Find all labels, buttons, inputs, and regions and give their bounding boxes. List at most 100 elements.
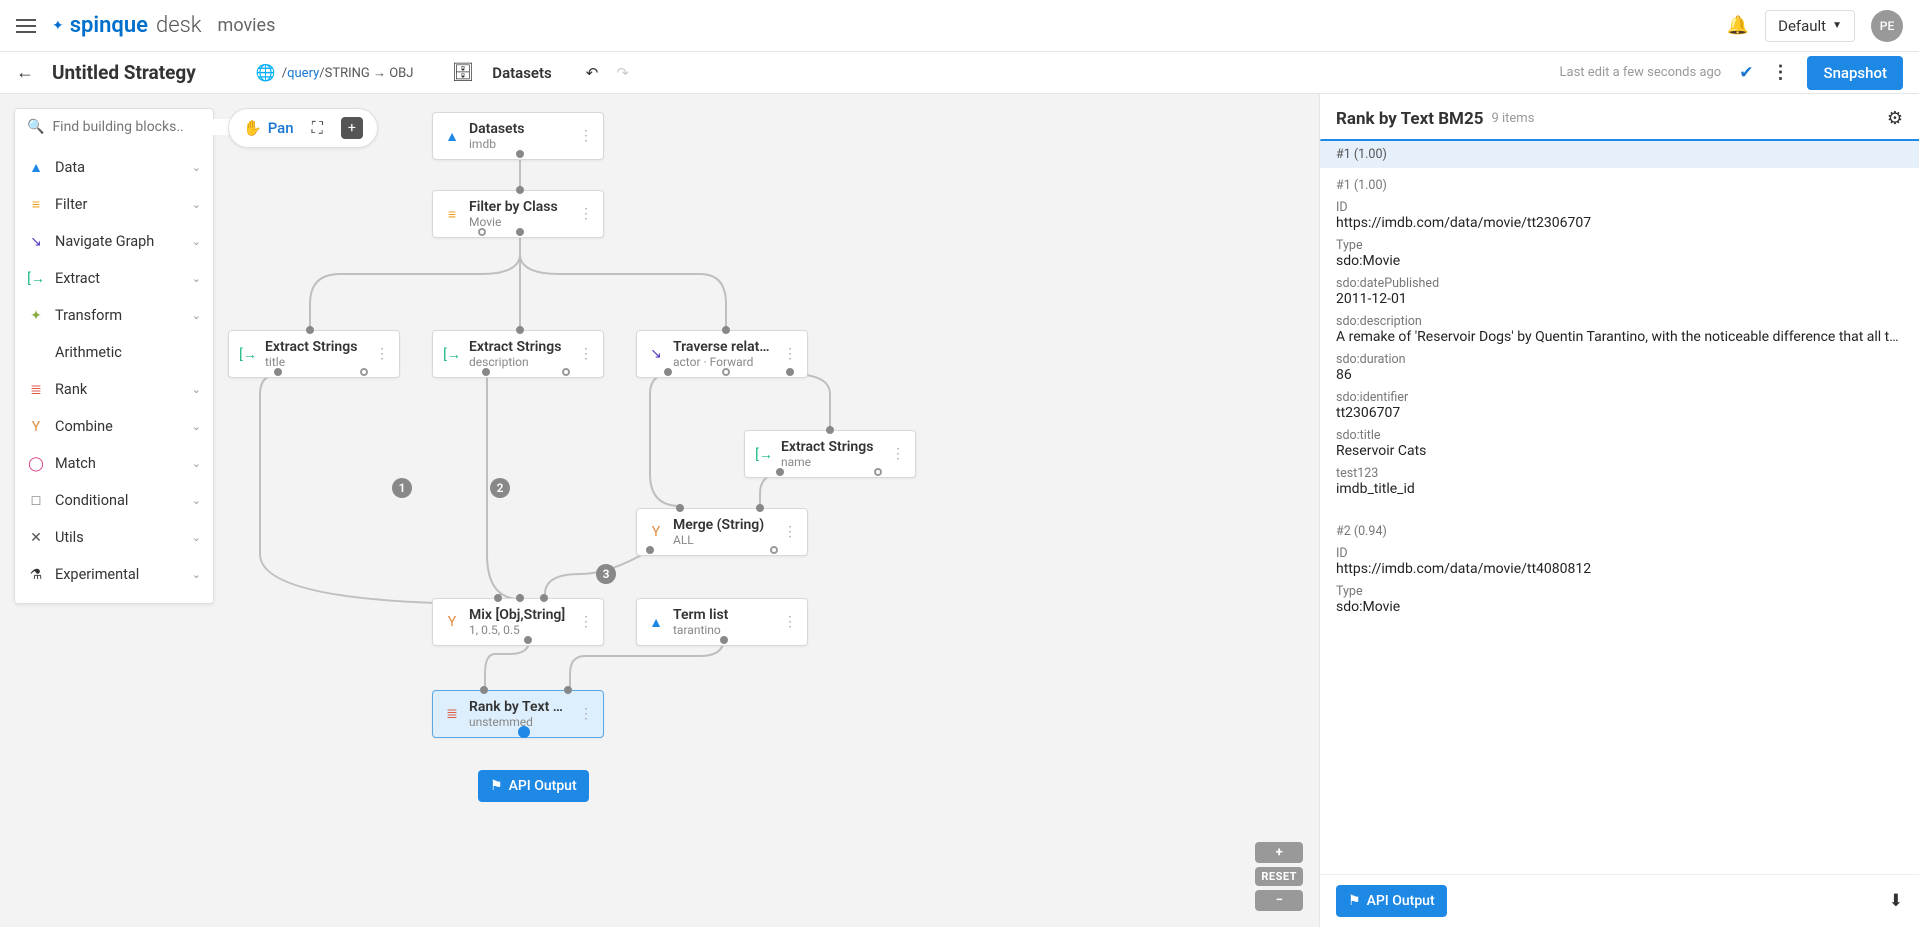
wire-badge: 2: [490, 478, 510, 498]
category-icon: [→: [27, 270, 45, 287]
palette-item-label: Arithmetic: [55, 344, 122, 361]
fit-screen-icon[interactable]: ⛶: [312, 118, 323, 138]
palette-item-label: Navigate Graph: [55, 233, 154, 250]
node-menu-icon[interactable]: ⋮: [575, 614, 597, 630]
node-mix[interactable]: Y Mix [Obj,String]1, 0.5, 0.5 ⋮: [432, 598, 604, 646]
topbar: ✦ spinque desk movies 🔔 Default ▼ PE: [0, 0, 1919, 52]
extract-icon: [→: [443, 346, 461, 363]
filter-icon: ≡: [443, 206, 461, 223]
add-block-button[interactable]: +: [341, 117, 363, 139]
palette-item-label: Conditional: [55, 492, 128, 509]
result-field-value: tt2306707: [1336, 405, 1903, 421]
undo-icon[interactable]: ↶: [586, 64, 599, 82]
result-item[interactable]: #1 (1.00)IDhttps://imdb.com/data/movie/t…: [1336, 168, 1903, 514]
result-field-value: 86: [1336, 367, 1903, 383]
zoom-reset-button[interactable]: RESET: [1255, 867, 1303, 886]
node-extract-desc[interactable]: [→ Extract Stringsdescription ⋮: [432, 330, 604, 378]
canvas[interactable]: 🔍 ⌃ ▲Data⌄≡Filter⌄↘Navigate Graph⌄[→Extr…: [0, 94, 1319, 927]
chevron-down-icon: ⌄: [192, 309, 201, 322]
result-rank: #2 (0.94): [1336, 524, 1903, 539]
node-menu-icon[interactable]: ⋮: [575, 206, 597, 222]
notifications-icon[interactable]: 🔔: [1727, 15, 1749, 36]
saved-check-icon: ✔: [1739, 63, 1753, 83]
palette-item-experimental[interactable]: ⚗Experimental⌄: [15, 556, 213, 593]
result-field-value: A remake of 'Reservoir Dogs' by Quentin …: [1336, 329, 1903, 345]
back-icon[interactable]: ←: [16, 62, 34, 83]
node-menu-icon[interactable]: ⋮: [575, 128, 597, 144]
gear-icon[interactable]: ⚙: [1887, 108, 1903, 129]
palette-search-input[interactable]: [52, 119, 230, 135]
avatar[interactable]: PE: [1871, 10, 1903, 42]
category-icon: ≣: [27, 382, 45, 398]
palette-item-label: Utils: [55, 529, 84, 546]
category-icon: ✦: [27, 308, 45, 324]
result-item[interactable]: #2 (0.94)IDhttps://imdb.com/data/movie/t…: [1336, 514, 1903, 632]
navigate-icon: ↘: [647, 346, 665, 362]
palette-item-label: Transform: [55, 307, 122, 324]
node-extract-title[interactable]: [→ Extract Stringstitle ⋮: [228, 330, 400, 378]
palette-item-conditional[interactable]: □Conditional⌄: [15, 482, 213, 519]
palette-item-transform[interactable]: ✦ Transform ⌄: [15, 297, 213, 334]
strategy-title[interactable]: Untitled Strategy: [52, 61, 196, 84]
palette-item-arithmetic[interactable]: Arithmetic: [15, 334, 213, 371]
database-icon[interactable]: 🗄: [451, 62, 474, 83]
logo[interactable]: ✦ spinque desk: [52, 13, 202, 38]
results-count: 9 items: [1491, 111, 1534, 126]
strategy-bar: ← Untitled Strategy 🌐 /query/STRING → OB…: [0, 52, 1919, 94]
hamburger-icon[interactable]: [16, 19, 36, 33]
chevron-down-icon: ▼: [1832, 20, 1842, 31]
breadcrumb[interactable]: movies: [218, 15, 276, 36]
extract-icon: [→: [239, 346, 257, 363]
node-merge[interactable]: Y Merge (String)ALL ⋮: [636, 508, 808, 556]
node-extract-name[interactable]: [→ Extract Stringsname ⋮: [744, 430, 916, 478]
results-list[interactable]: #1 (1.00)IDhttps://imdb.com/data/movie/t…: [1320, 168, 1919, 874]
palette-item-utils[interactable]: ✕Utils⌄: [15, 519, 213, 556]
block-palette: 🔍 ⌃ ▲Data⌄≡Filter⌄↘Navigate Graph⌄[→Extr…: [14, 108, 214, 604]
result-field-label: sdo:datePublished: [1336, 276, 1903, 291]
results-api-output-button[interactable]: ⚑ API Output: [1336, 885, 1447, 917]
node-menu-icon[interactable]: ⋮: [371, 346, 393, 362]
palette-item-label: Experimental: [55, 566, 139, 583]
category-icon: ≡: [27, 196, 45, 213]
node-menu-icon[interactable]: ⋮: [887, 446, 909, 462]
result-field-label: test123: [1336, 466, 1903, 481]
node-menu-icon[interactable]: ⋮: [779, 614, 801, 630]
palette-item-label: Combine: [55, 418, 113, 435]
wire-badge: 1: [392, 478, 412, 498]
logo-mark-icon: ✦: [52, 18, 64, 34]
results-panel: Rank by Text BM25 9 items ⚙ #1 (1.00) #1…: [1319, 94, 1919, 927]
pan-button[interactable]: ✋ Pan: [243, 119, 294, 137]
node-menu-icon[interactable]: ⋮: [575, 706, 597, 722]
node-menu-icon[interactable]: ⋮: [779, 524, 801, 540]
chevron-down-icon: ⌄: [192, 272, 201, 285]
palette-item-filter[interactable]: ≡ Filter ⌄: [15, 186, 213, 223]
node-menu-icon[interactable]: ⋮: [575, 346, 597, 362]
query-path[interactable]: 🌐 /query/STRING → OBJ: [256, 63, 414, 82]
palette-item-rank[interactable]: ≣Rank⌄: [15, 371, 213, 408]
palette-item-data[interactable]: ▲Data⌄: [15, 149, 213, 186]
api-output-button[interactable]: ⚑ API Output: [478, 770, 589, 802]
palette-item-navigate-graph[interactable]: ↘Navigate Graph⌄: [15, 223, 213, 260]
chevron-down-icon: ⌄: [192, 198, 201, 211]
palette-item-match[interactable]: ◯Match⌄: [15, 445, 213, 482]
category-icon: □: [27, 492, 45, 509]
combine-icon: Y: [443, 614, 461, 630]
result-field-label: sdo:description: [1336, 314, 1903, 329]
result-rank: #1 (1.00): [1336, 178, 1903, 193]
more-menu-icon[interactable]: ⋮: [1771, 62, 1789, 83]
palette-item-combine[interactable]: YCombine⌄: [15, 408, 213, 445]
combine-icon: Y: [647, 524, 665, 540]
wire-badge: 3: [596, 564, 616, 584]
download-icon[interactable]: ⬇: [1889, 891, 1903, 911]
category-icon: ▲: [27, 159, 45, 176]
zoom-out-button[interactable]: −: [1255, 890, 1303, 911]
palette-item-extract[interactable]: [→Extract⌄: [15, 260, 213, 297]
zoom-in-button[interactable]: +: [1255, 842, 1303, 863]
workspace-switcher[interactable]: Default ▼: [1765, 10, 1855, 42]
datasets-link[interactable]: Datasets: [492, 64, 551, 82]
palette-item-label: Filter: [55, 196, 87, 213]
flag-icon: ⚑: [1348, 893, 1361, 909]
last-edit-text: Last edit a few seconds ago: [1560, 65, 1722, 80]
snapshot-button[interactable]: Snapshot: [1807, 56, 1903, 90]
node-menu-icon[interactable]: ⋮: [779, 346, 801, 362]
